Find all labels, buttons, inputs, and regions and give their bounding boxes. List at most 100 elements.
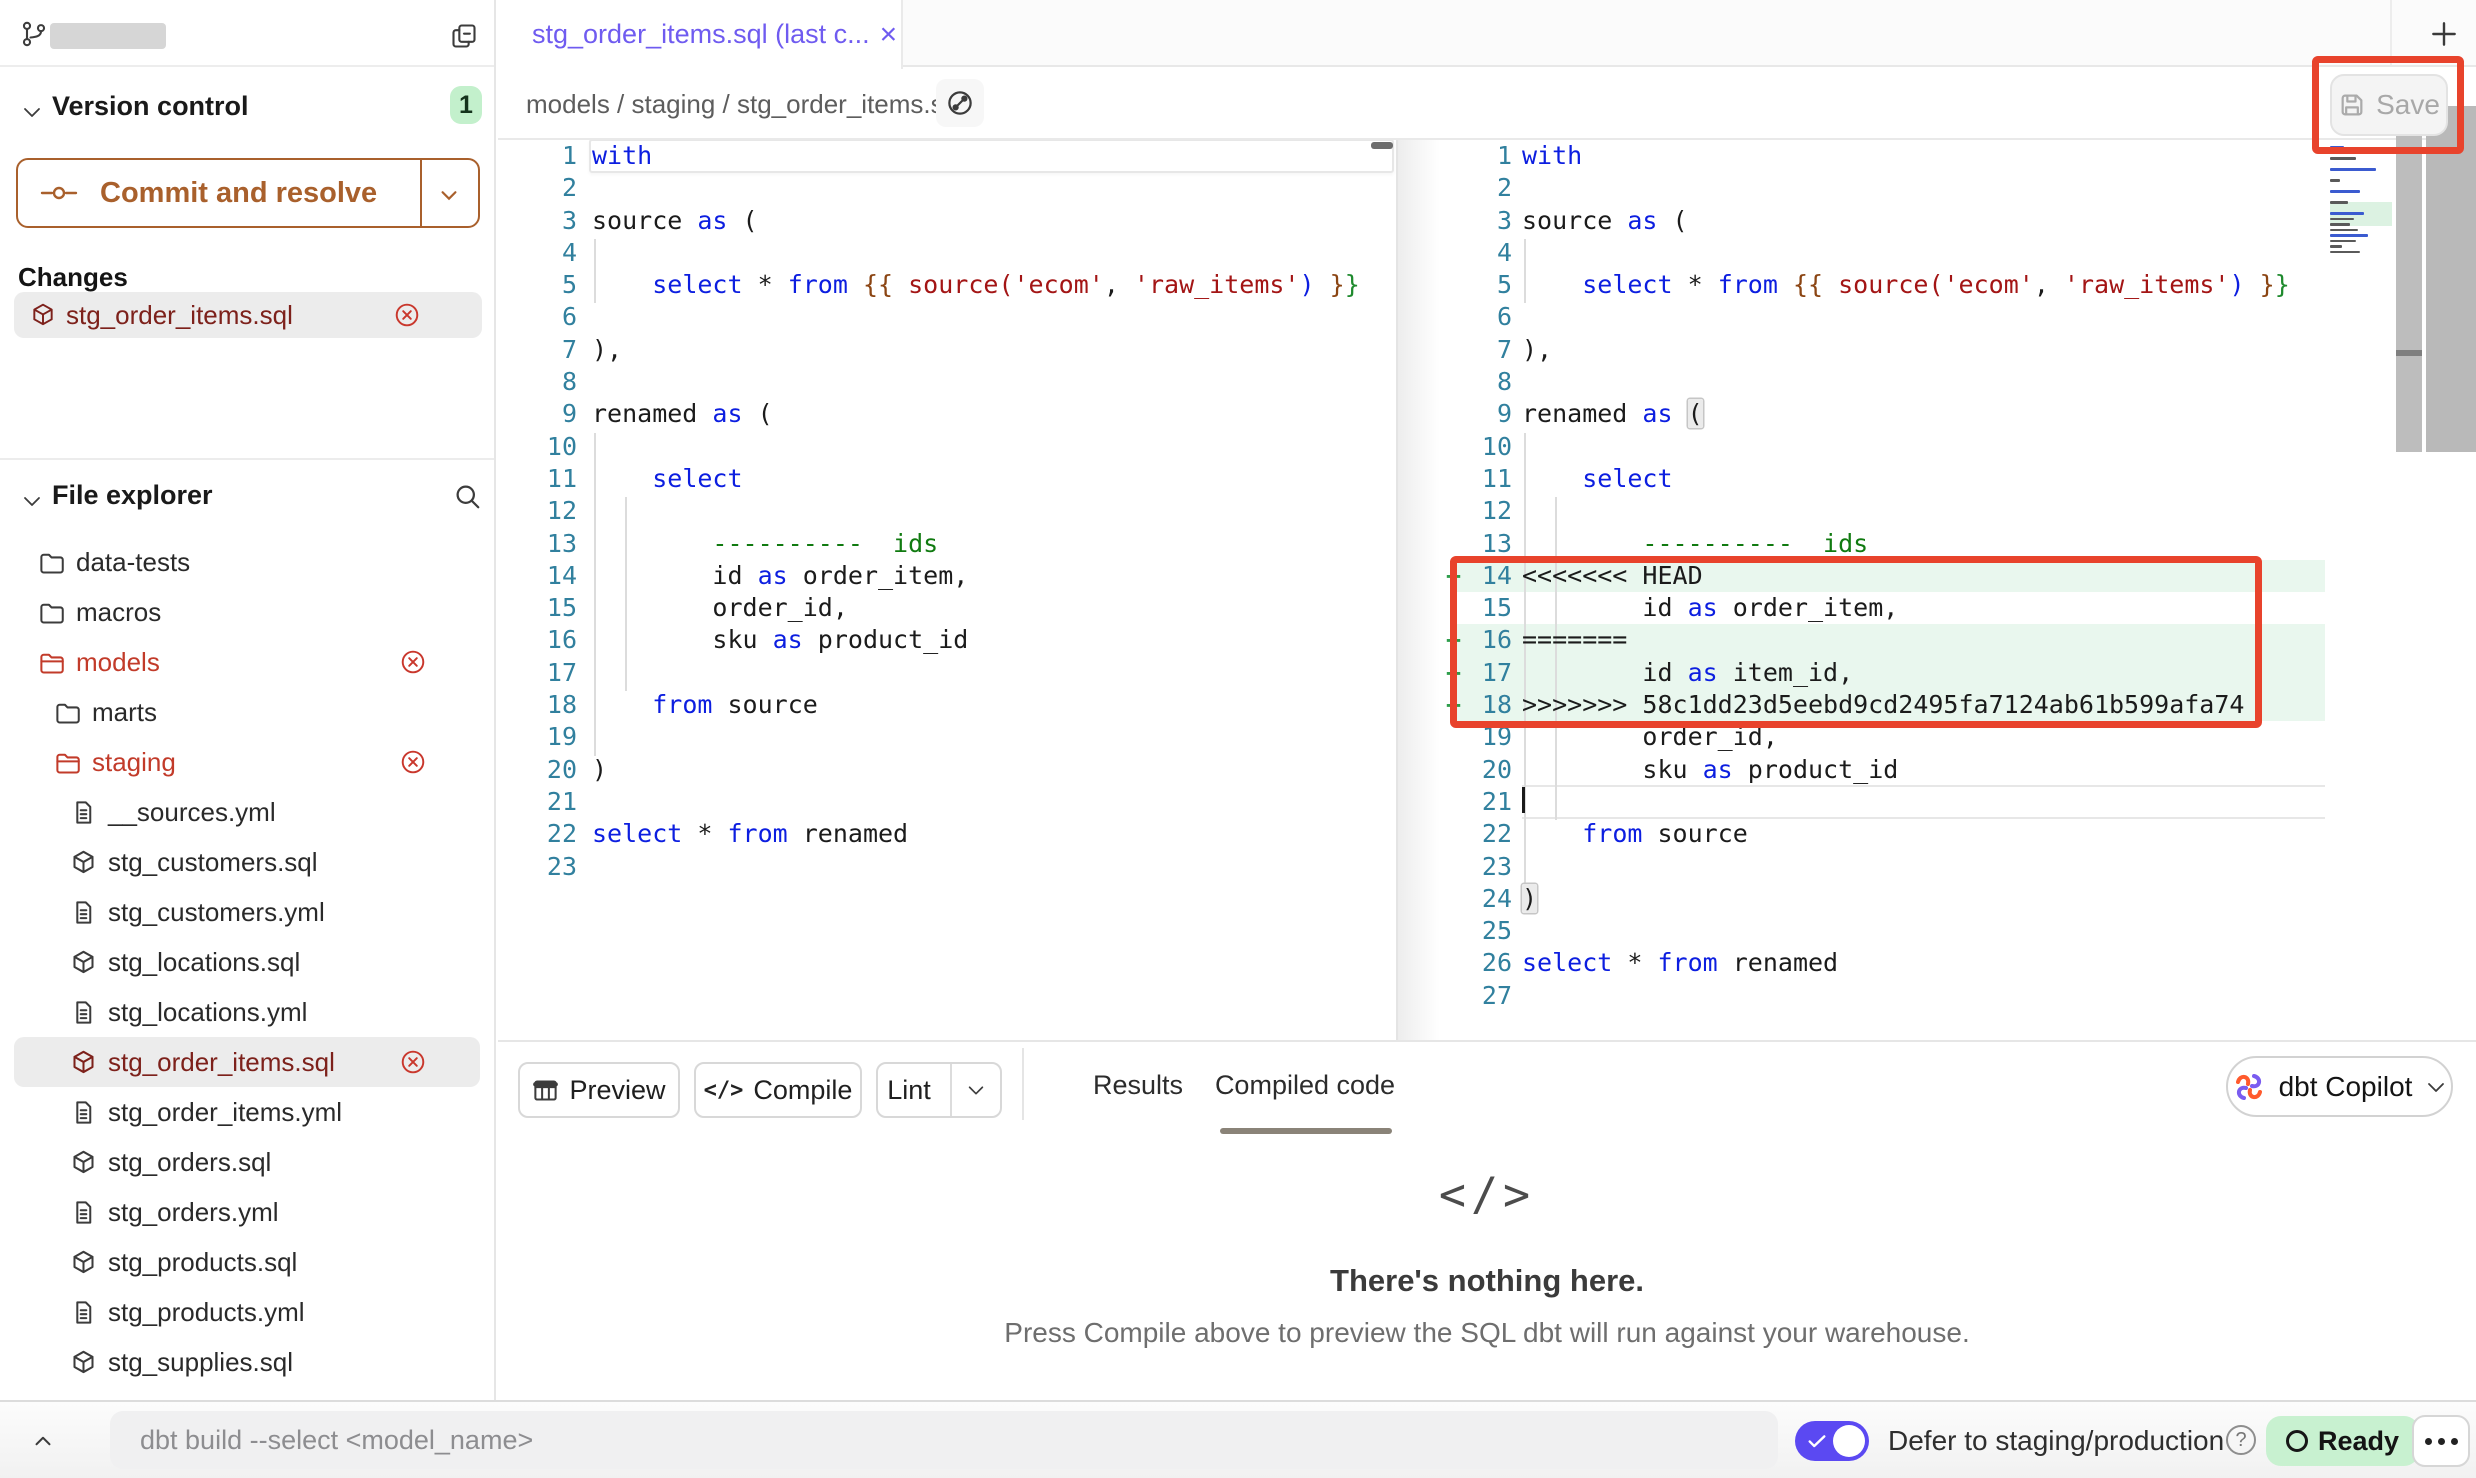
code-line-21[interactable]: 21 [498,786,1396,818]
file-tree-item-macros[interactable]: macros [14,587,480,637]
editor-scrollbar-track[interactable] [2396,106,2422,452]
lineage-button[interactable] [936,79,984,127]
file-tree-item-stg-locations-yml[interactable]: stg_locations.yml [14,987,480,1037]
code-line-13[interactable]: 13 ---------- ids [1398,528,2476,560]
code-line-3[interactable]: 3source as ( [498,205,1396,237]
code-line-19[interactable]: 19 order_id, [1398,721,2476,753]
code-line-1[interactable]: 1with [1398,140,2476,172]
code-line-6[interactable]: 6 [1398,301,2476,333]
code-line-20[interactable]: 20 sku as product_id [1398,754,2476,786]
file-explorer-section-header[interactable]: File explorer [0,475,494,519]
code-line-5[interactable]: 5 select * from {{ source('ecom', 'raw_i… [498,269,1396,301]
code-line-15[interactable]: 15 id as order_item, [1398,592,2476,624]
file-tree-item-stg-customers-sql[interactable]: stg_customers.sql [14,837,480,887]
code-line-19[interactable]: 19 [498,721,1396,753]
discard-changes-icon[interactable] [400,749,426,775]
tab-results[interactable]: Results [1083,1070,1193,1101]
lint-button[interactable]: Lint [876,1062,1002,1118]
code-line-21[interactable]: 21 [1398,786,2476,818]
file-tree-item-stg-supplies-sql[interactable]: stg_supplies.sql [14,1337,480,1387]
code-line-5[interactable]: 5 select * from {{ source('ecom', 'raw_i… [1398,269,2476,301]
preview-button[interactable]: Preview [518,1062,680,1118]
help-icon[interactable]: ? [2226,1425,2256,1455]
chevron-up-icon[interactable] [28,1428,58,1454]
code-line-27[interactable]: 27 [1398,980,2476,1012]
code-line-11[interactable]: 11 select [1398,463,2476,495]
code-line-4[interactable]: 4 [1398,237,2476,269]
code-line-12[interactable]: 12 [498,495,1396,527]
file-tree-item-staging[interactable]: staging [14,737,480,787]
code-line-18[interactable]: 18 from source [498,689,1396,721]
dbt-copilot-button[interactable]: dbt Copilot [2226,1056,2453,1117]
search-icon[interactable] [452,481,482,511]
code-line-2[interactable]: 2 [498,172,1396,204]
editor-pane-left[interactable]: 1with23source as (45 select * from {{ so… [498,140,1396,1040]
code-line-26[interactable]: 26select * from renamed [1398,947,2476,979]
version-control-section-header[interactable]: Version control 1 [0,86,494,130]
code-line-9[interactable]: 9renamed as ( [1398,398,2476,430]
code-line-13[interactable]: 13 ---------- ids [498,528,1396,560]
save-button[interactable]: Save [2330,74,2448,136]
defer-toggle[interactable] [1795,1421,1869,1461]
code-line-6[interactable]: 6 [498,301,1396,333]
tab-close-icon[interactable]: × [880,20,898,50]
more-options-button[interactable] [2412,1415,2470,1467]
code-line-22[interactable]: 22select * from renamed [498,818,1396,850]
file-tree-item-stg-products-sql[interactable]: stg_products.sql [14,1237,480,1287]
code-line-7[interactable]: 7), [1398,334,2476,366]
changed-file-row[interactable]: stg_order_items.sql [14,292,482,338]
commit-dropdown-chevron-icon[interactable] [436,184,462,206]
file-tree-item-stg-orders-sql[interactable]: stg_orders.sql [14,1137,480,1187]
code-line-17[interactable]: +17 id as item_id, [1398,657,2476,689]
code-line-22[interactable]: 22 from source [1398,818,2476,850]
connection-status-badge[interactable]: Ready [2266,1416,2419,1466]
code-line-25[interactable]: 25 [1398,915,2476,947]
code-line-8[interactable]: 8 [1398,366,2476,398]
file-tree-item-stg-order-items-yml[interactable]: stg_order_items.yml [14,1087,480,1137]
file-tree-item-data-tests[interactable]: data-tests [14,537,480,587]
command-input[interactable]: dbt build --select <model_name> [110,1411,1778,1469]
file-tree-item-stg-orders-yml[interactable]: stg_orders.yml [14,1187,480,1237]
code-line-14[interactable]: 14 id as order_item, [498,560,1396,592]
code-line-23[interactable]: 23 [498,851,1396,883]
commit-and-resolve-button[interactable]: Commit and resolve [16,158,480,228]
code-line-1[interactable]: 1with [498,140,1396,172]
file-tree-item-stg-locations-sql[interactable]: stg_locations.sql [14,937,480,987]
discard-changes-icon[interactable] [400,649,426,675]
code-line-18[interactable]: +18>>>>>>> 58c1dd23d5eebd9cd2495fa7124ab… [1398,689,2476,721]
discard-changes-icon[interactable] [394,302,420,328]
code-line-7[interactable]: 7), [498,334,1396,366]
code-line-14[interactable]: +14<<<<<<< HEAD [1398,560,2476,592]
code-line-16[interactable]: 16 sku as product_id [498,624,1396,656]
discard-changes-icon[interactable] [400,1049,426,1075]
file-tree-item-models[interactable]: models [14,637,480,687]
code-line-16[interactable]: +16======= [1398,624,2476,656]
minimap[interactable] [2330,146,2392,262]
compile-button[interactable]: </> Compile [694,1062,862,1118]
lint-dropdown-chevron-icon[interactable] [950,1064,1000,1116]
new-tab-plus-icon[interactable] [2428,18,2460,50]
code-line-10[interactable]: 10 [498,431,1396,463]
file-tree-item-stg-products-yml[interactable]: stg_products.yml [14,1287,480,1337]
file-tree-item--sources-yml[interactable]: __sources.yml [14,787,480,837]
window-scrollbar[interactable] [2426,106,2476,452]
file-tree-item-stg-customers-yml[interactable]: stg_customers.yml [14,887,480,937]
code-line-2[interactable]: 2 [1398,172,2476,204]
code-line-24[interactable]: 24) [1398,883,2476,915]
file-tree-item-stg-order-items-sql[interactable]: stg_order_items.sql [14,1037,480,1087]
code-line-17[interactable]: 17 [498,657,1396,689]
editor-pane-right[interactable]: 1with23source as (45 select * from {{ so… [1398,140,2476,1040]
code-line-23[interactable]: 23 [1398,851,2476,883]
code-line-9[interactable]: 9renamed as ( [498,398,1396,430]
tab-compiled-code[interactable]: Compiled code [1210,1070,1400,1101]
code-line-15[interactable]: 15 order_id, [498,592,1396,624]
code-line-4[interactable]: 4 [498,237,1396,269]
file-tree-item-marts[interactable]: marts [14,687,480,737]
code-line-10[interactable]: 10 [1398,431,2476,463]
code-line-3[interactable]: 3source as ( [1398,205,2476,237]
scrollbar-thumb[interactable] [1371,142,1393,149]
code-line-11[interactable]: 11 select [498,463,1396,495]
code-line-8[interactable]: 8 [498,366,1396,398]
tab-stg-order-items[interactable]: stg_order_items.sql (last c... × [498,0,903,69]
code-line-20[interactable]: 20) [498,754,1396,786]
